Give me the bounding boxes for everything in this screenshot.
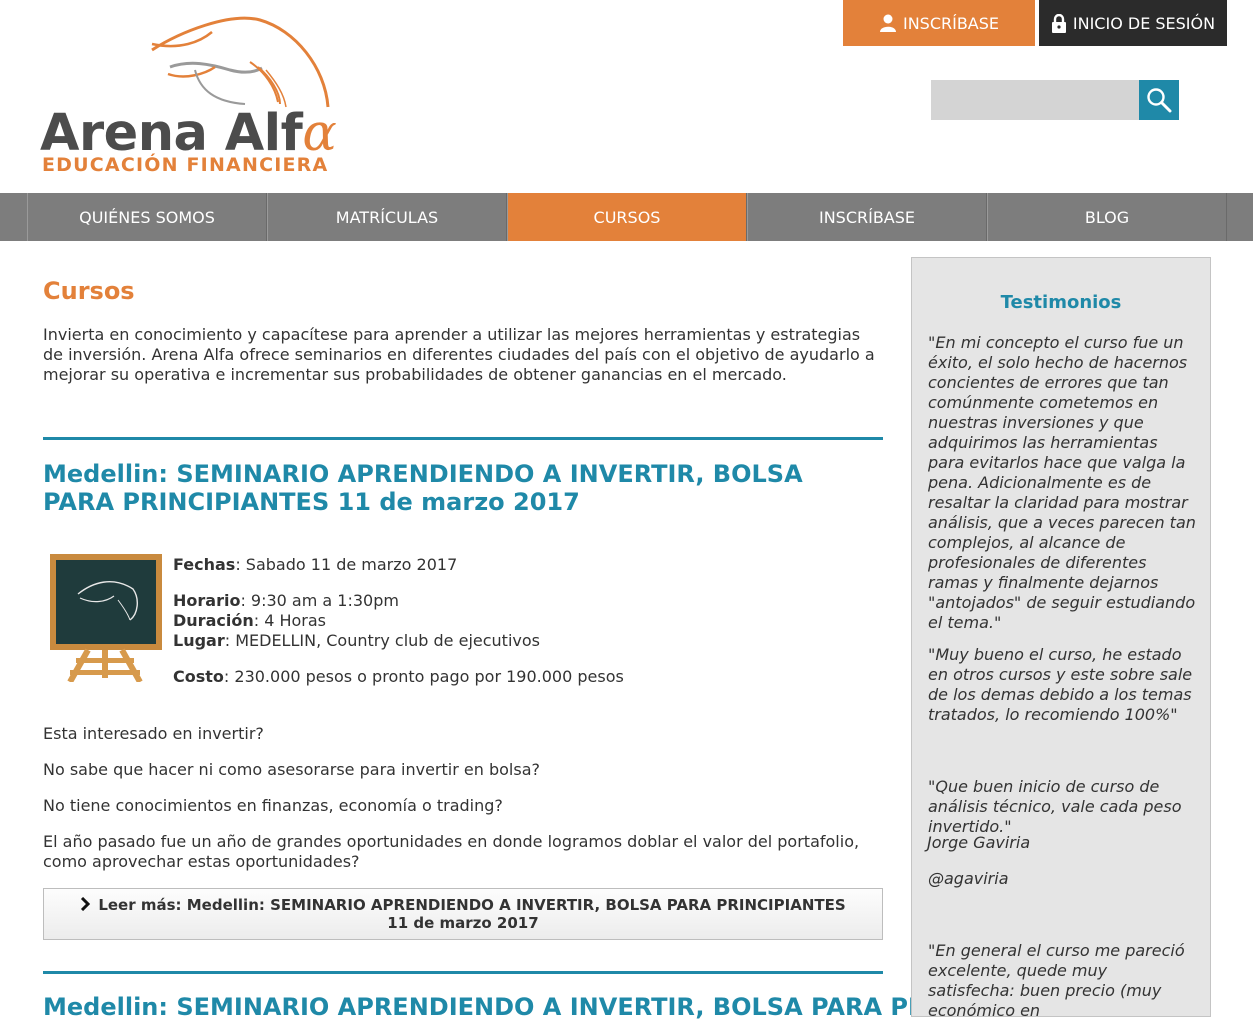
body-paragraph: El año pasado fue un año de grandes opor… — [43, 832, 860, 871]
search-button[interactable] — [1139, 80, 1179, 120]
main-nav: QUIÉNES SOMOS MATRÍCULAS CURSOS INSCRÍBA… — [0, 193, 1253, 241]
detail-lugar: Lugar: MEDELLIN, Country club de ejecuti… — [173, 631, 540, 650]
testimonials-sidebar: Testimonios "En mi concepto el curso fue… — [911, 257, 1211, 1017]
search-icon — [1147, 88, 1172, 113]
nav-item-quienes-somos[interactable]: QUIÉNES SOMOS — [27, 193, 267, 241]
detail-horario: Horario: 9:30 am a 1:30pm — [173, 591, 399, 610]
detail-fechas: Fechas: Sabado 11 de marzo 2017 — [173, 555, 458, 574]
body-paragraph: No sabe que hacer ni como asesorarse par… — [43, 760, 540, 779]
testimonial-author: Jorge Gaviria — [927, 833, 1031, 852]
body-paragraph: No tiene conocimientos en finanzas, econ… — [43, 796, 503, 815]
testimonial-handle: @agaviria — [928, 869, 1009, 888]
section-divider — [43, 437, 883, 440]
logo-tagline: EDUCACIÓN FINANCIERA — [42, 154, 329, 176]
testimonial-quote: "Que buen inicio de curso de análisis té… — [928, 777, 1182, 836]
intro-paragraph: Invierta en conocimiento y capacítese pa… — [43, 325, 875, 384]
section-divider — [43, 971, 883, 974]
login-label: INICIO DE SESIÓN — [1072, 13, 1216, 33]
page-title: Cursos — [43, 277, 135, 305]
login-button[interactable]: INICIO DE SESIÓN — [1039, 0, 1227, 46]
read-more-button[interactable]: Leer más: Medellin: SEMINARIO APRENDIEND… — [43, 888, 883, 940]
read-more-label: Leer más: Medellin: SEMINARIO APRENDIEND… — [74, 896, 852, 932]
body-paragraph: Esta interesado en invertir? — [43, 724, 264, 743]
detail-costo: Costo: 230.000 pesos o pronto pago por 1… — [173, 667, 624, 686]
article-title[interactable]: Medellin: SEMINARIO APRENDIENDO A INVERT… — [43, 460, 843, 516]
testimonial-quote: "En mi concepto el curso fue un éxito, e… — [928, 333, 1196, 632]
testimonial-quote: "En general el curso me pareció excelent… — [928, 941, 1185, 1017]
nav-item-cursos[interactable]: CURSOS — [507, 193, 747, 241]
search-input[interactable] — [931, 80, 1139, 120]
user-icon — [879, 14, 896, 32]
article-title[interactable]: Medellin: SEMINARIO APRENDIENDO A INVERT… — [43, 993, 1097, 1021]
chalkboard-easel-image — [50, 554, 162, 682]
register-button[interactable]: INSCRÍBASE — [843, 0, 1035, 46]
site-header: Arena Alfα EDUCACIÓN FINANCIERA INSCRÍBA… — [0, 0, 1253, 193]
course-details: Fechas: Sabado 11 de marzo 2017 Horario:… — [173, 555, 624, 687]
sidebar-title: Testimonios — [1000, 292, 1122, 313]
nav-item-blog[interactable]: BLOG — [987, 193, 1227, 241]
testimonial-quote: "Muy bueno el curso, he estado en otros … — [928, 645, 1193, 724]
register-label: INSCRÍBASE — [902, 13, 1000, 33]
arena-alfa-logo[interactable]: Arena Alfα EDUCACIÓN FINANCIERA — [40, 12, 340, 182]
bull-logo-icon — [151, 16, 330, 108]
nav-item-matriculas[interactable]: MATRÍCULAS — [267, 193, 507, 241]
nav-item-inscribase[interactable]: INSCRÍBASE — [747, 193, 987, 241]
lock-icon — [1051, 13, 1066, 33]
chevron-right-icon — [81, 897, 91, 911]
detail-duracion: Duración: 4 Horas — [173, 611, 326, 630]
